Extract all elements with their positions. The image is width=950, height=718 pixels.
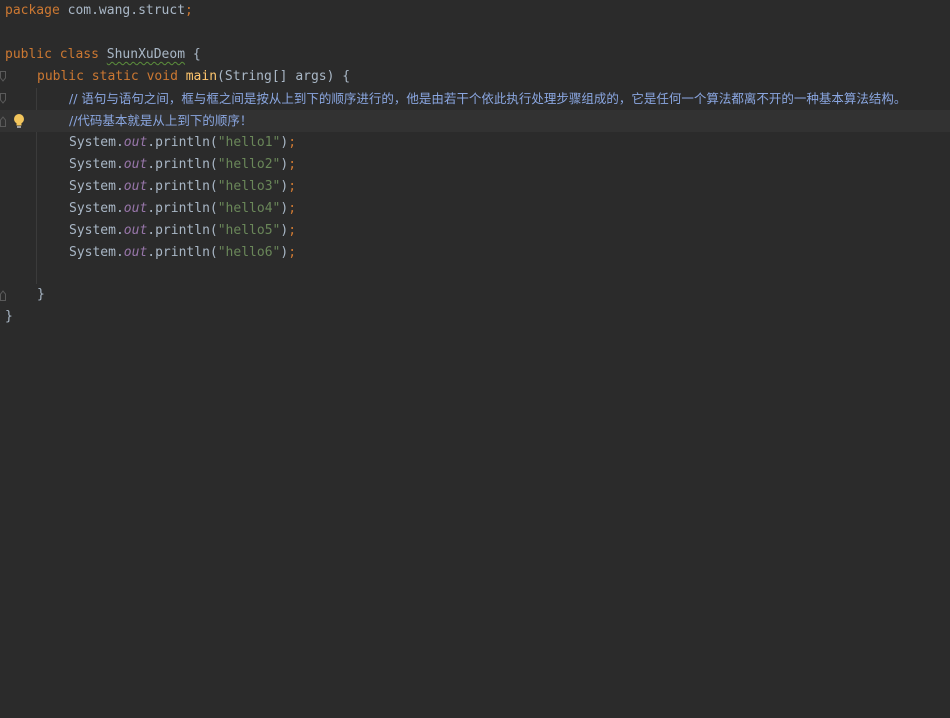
println-call: .println( [147, 157, 218, 172]
lightbulb-icon[interactable] [12, 113, 26, 129]
close-paren: ) [280, 179, 289, 194]
keyword-public: public [5, 47, 52, 62]
close-brace: } [37, 287, 45, 302]
code-line-comment-2[interactable]: //代码基本就是从上到下的顺序！ [0, 110, 950, 132]
println-call: .println( [147, 245, 218, 260]
close-paren: ) [280, 223, 289, 238]
code-line-class-close[interactable]: } [0, 306, 950, 328]
method-name: main [185, 69, 218, 84]
code-line-class-declaration[interactable]: public class ShunXuDeom { [0, 44, 950, 66]
semicolon: ; [288, 201, 297, 216]
string-literal: "hello1" [217, 135, 281, 150]
code-line-method-declaration[interactable]: public static void main(String[] args) { [0, 66, 950, 88]
code-line-println-1[interactable]: System.out.println("hello1"); [0, 132, 950, 154]
code-line-method-close[interactable]: } [0, 284, 950, 306]
out-field: out [123, 223, 148, 238]
semicolon: ; [288, 157, 297, 172]
string-literal: "hello3" [217, 179, 281, 194]
open-brace: { [192, 47, 201, 62]
code-line-println-3[interactable]: System.out.println("hello3"); [0, 176, 950, 198]
close-paren: ) [280, 157, 289, 172]
string-literal: "hello5" [217, 223, 281, 238]
close-paren: ) [280, 135, 289, 150]
semicolon: ; [185, 3, 193, 18]
semicolon: ; [288, 135, 297, 150]
system-class: System. [69, 157, 124, 172]
println-call: .println( [147, 179, 218, 194]
code-line-println-2[interactable]: System.out.println("hello2"); [0, 154, 950, 176]
keyword-static: static [91, 69, 139, 84]
code-line-println-6[interactable]: System.out.println("hello6"); [0, 242, 950, 264]
method-params: (String[] args) { [217, 69, 351, 84]
system-class: System. [69, 245, 124, 260]
keyword-public: public [37, 69, 84, 84]
string-literal: "hello4" [217, 201, 281, 216]
out-field: out [123, 179, 148, 194]
println-call: .println( [147, 223, 218, 238]
code-line-println-5[interactable]: System.out.println("hello5"); [0, 220, 950, 242]
fold-marker-icon[interactable] [0, 93, 6, 105]
class-name: ShunXuDeom [106, 47, 186, 62]
fold-marker-icon[interactable] [0, 115, 6, 127]
semicolon: ; [288, 179, 297, 194]
println-call: .println( [147, 135, 218, 150]
code-editor[interactable]: package com.wang.struct; public class Sh… [0, 0, 950, 718]
out-field: out [123, 201, 148, 216]
semicolon: ; [288, 223, 297, 238]
comment-text: //代码基本就是从上到下的顺序！ [69, 113, 253, 128]
keyword-void: void [146, 69, 178, 84]
system-class: System. [69, 201, 124, 216]
keyword-class: class [59, 47, 99, 62]
comment-text: // 语句与语句之间，框与框之间是按从上到下的顺序进行的，他是由若干个依此执行处… [69, 91, 907, 106]
println-call: .println( [147, 201, 218, 216]
code-line-comment-1[interactable]: // 语句与语句之间，框与框之间是按从上到下的顺序进行的，他是由若干个依此执行处… [0, 88, 950, 110]
system-class: System. [69, 223, 124, 238]
string-literal: "hello2" [217, 157, 281, 172]
close-paren: ) [280, 245, 289, 260]
close-paren: ) [280, 201, 289, 216]
out-field: out [123, 135, 148, 150]
code-line-package[interactable]: package com.wang.struct; [0, 0, 950, 22]
package-name: com.wang.struct [67, 3, 186, 18]
close-brace: } [5, 309, 13, 324]
fold-marker-icon[interactable] [0, 289, 6, 301]
string-literal: "hello6" [217, 245, 281, 260]
code-line-println-4[interactable]: System.out.println("hello4"); [0, 198, 950, 220]
out-field: out [123, 245, 148, 260]
system-class: System. [69, 135, 124, 150]
keyword-package: package [5, 3, 60, 18]
out-field: out [123, 157, 148, 172]
fold-marker-icon[interactable] [0, 71, 6, 83]
semicolon: ; [288, 245, 297, 260]
system-class: System. [69, 179, 124, 194]
